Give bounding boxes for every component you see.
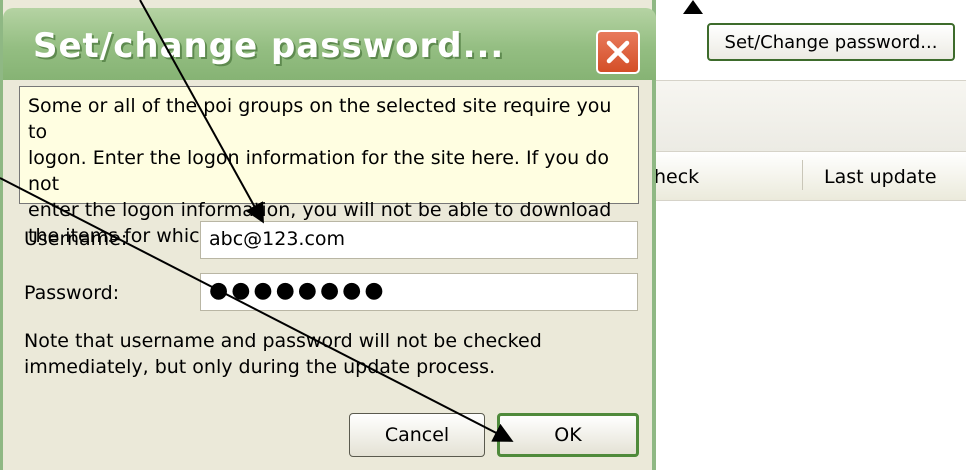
arrow-to-set-change-button: [683, 0, 703, 14]
arrow-to-username: [139, 0, 264, 224]
arrow-to-ok: [0, 177, 514, 442]
annotation-arrows: [0, 0, 703, 442]
